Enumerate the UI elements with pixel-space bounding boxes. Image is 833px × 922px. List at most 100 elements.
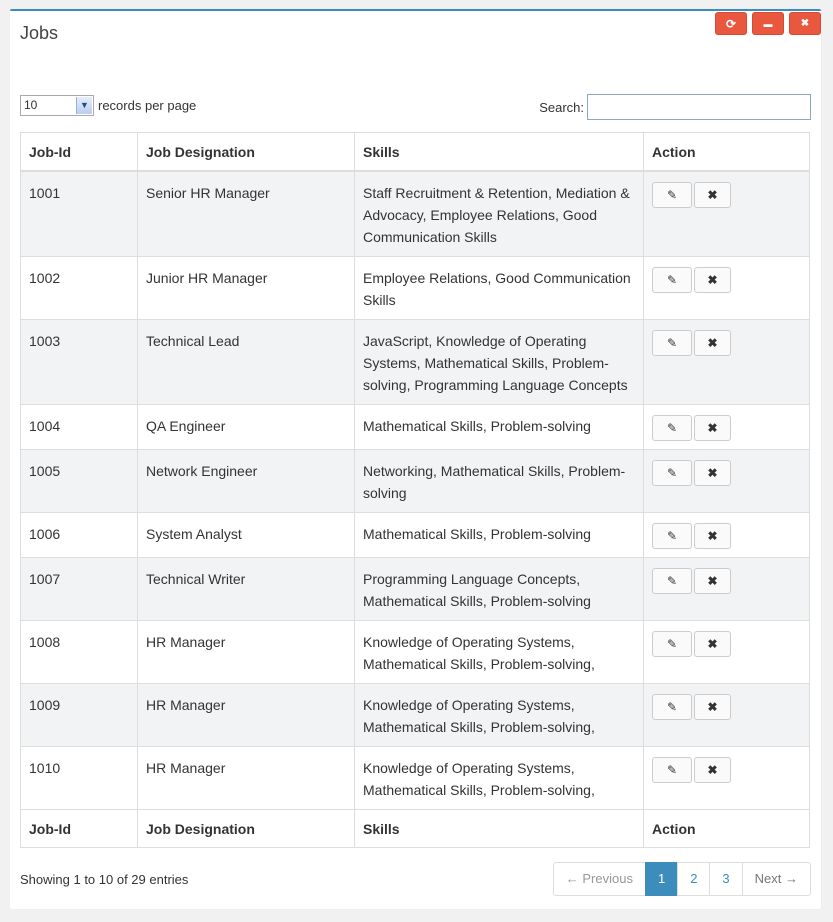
job-designation-cell: System Analyst (137, 512, 355, 558)
refresh-button[interactable]: ⟳ (715, 12, 747, 35)
page-1-button[interactable]: 1 (644, 862, 679, 896)
delete-icon: ✖ (707, 700, 718, 714)
edit-button[interactable]: ✎ (652, 415, 692, 441)
action-cell: ✎ ✖ (643, 404, 810, 450)
edit-button[interactable]: ✎ (652, 460, 692, 486)
table-row: 1010 HR Manager Knowledge of Operating Sys… (20, 746, 810, 810)
job-designation-cell: HR Manager (137, 620, 355, 684)
skills-cell: Knowledge of Operating Systems, Mathemat… (354, 620, 644, 684)
next-button[interactable]: Next → (741, 862, 811, 896)
edit-button[interactable]: ✎ (652, 523, 692, 549)
previous-button[interactable]: ← Previous (552, 862, 646, 896)
action-cell: ✎ ✖ (643, 319, 810, 405)
delete-icon: ✖ (707, 466, 718, 480)
job-id-cell: 1002 (20, 256, 138, 320)
table-row: 1001 Senior HR Manager Staff Recruitment &… (20, 170, 810, 257)
footer-job-designation: Job Designation (137, 809, 355, 848)
job-designation-cell: HR Manager (137, 683, 355, 747)
edit-icon: ✎ (666, 188, 678, 202)
delete-button[interactable]: ✖ (694, 694, 731, 720)
skills-cell: Employee Relations, Good Communication S… (354, 256, 644, 320)
search-input[interactable] (587, 94, 811, 120)
edit-button[interactable]: ✎ (652, 330, 692, 356)
search-control: Search: (539, 94, 811, 120)
refresh-icon: ⟳ (725, 16, 737, 31)
job-designation-cell: HR Manager (137, 746, 355, 810)
page-3-button[interactable]: 3 (709, 862, 743, 896)
table-row: 1008 HR Manager Knowledge of Operating Sys… (20, 620, 810, 684)
table-info: Showing 1 to 10 of 29 entries (20, 872, 189, 887)
delete-button[interactable]: ✖ (694, 460, 731, 486)
job-designation-cell: Technical Lead (137, 319, 355, 405)
delete-button[interactable]: ✖ (694, 330, 731, 356)
edit-button[interactable]: ✎ (652, 694, 692, 720)
header-job-designation[interactable]: Job Designation (137, 132, 355, 172)
close-icon: ✖ (800, 18, 810, 29)
job-designation-cell: QA Engineer (137, 404, 355, 450)
action-cell: ✎ ✖ (643, 620, 810, 684)
skills-cell: Networking, Mathematical Skills, Problem… (354, 449, 644, 513)
delete-icon: ✖ (707, 273, 718, 287)
job-id-cell: 1006 (20, 512, 138, 558)
job-id-cell: 1005 (20, 449, 138, 513)
job-designation-cell: Junior HR Manager (137, 256, 355, 320)
table-footer-row: Job-Id Job Designation Skills Action (20, 809, 810, 848)
table-row: 1009 HR Manager Knowledge of Operating Sys… (20, 683, 810, 747)
job-id-cell: 1008 (20, 620, 138, 684)
edit-icon: ✎ (666, 336, 678, 350)
table-row: 1005 Network Engineer Networking, Mathemat… (20, 449, 810, 513)
edit-button[interactable]: ✎ (652, 267, 692, 293)
edit-icon: ✎ (666, 763, 678, 777)
job-id-cell: 1007 (20, 557, 138, 621)
edit-button[interactable]: ✎ (652, 182, 692, 208)
job-id-cell: 1010 (20, 746, 138, 810)
delete-button[interactable]: ✖ (694, 182, 731, 208)
table-body: 1001 Senior HR Manager Staff Recruitment &… (20, 170, 810, 810)
delete-icon: ✖ (707, 529, 718, 543)
action-cell: ✎ ✖ (643, 557, 810, 621)
footer-skills: Skills (354, 809, 644, 848)
records-per-page-label: records per page (98, 98, 197, 113)
skills-cell: Mathematical Skills, Problem-solving (354, 512, 644, 558)
table-row: 1004 QA Engineer Mathematical Skills, Prob… (20, 404, 810, 450)
page-2-button[interactable]: 2 (677, 862, 711, 896)
job-designation-cell: Senior HR Manager (137, 170, 355, 257)
delete-icon: ✖ (707, 574, 718, 588)
delete-button[interactable]: ✖ (694, 568, 731, 594)
delete-button[interactable]: ✖ (694, 415, 731, 441)
skills-cell: JavaScript, Knowledge of Operating Syste… (354, 319, 644, 405)
minimize-icon: ▬ (763, 18, 773, 29)
skills-cell: Knowledge of Operating Systems, Mathemat… (354, 746, 644, 810)
table-row: 1002 Junior HR Manager Employee Relations,… (20, 256, 810, 320)
delete-button[interactable]: ✖ (694, 523, 731, 549)
edit-icon: ✎ (666, 574, 678, 588)
edit-button[interactable]: ✎ (652, 568, 692, 594)
table-row: 1003 Technical Lead JavaScript, Knowledge … (20, 319, 810, 405)
header-action[interactable]: Action (643, 132, 810, 172)
skills-cell: Knowledge of Operating Systems, Mathemat… (354, 683, 644, 747)
panel-title: Jobs (20, 23, 59, 43)
header-skills[interactable]: Skills (354, 132, 644, 172)
delete-icon: ✖ (707, 421, 718, 435)
job-id-cell: 1003 (20, 319, 138, 405)
minimize-button[interactable]: ▬ (752, 12, 784, 35)
job-designation-cell: Technical Writer (137, 557, 355, 621)
edit-button[interactable]: ✎ (652, 757, 692, 783)
records-per-page-value: 10 (24, 98, 38, 112)
header-job-id[interactable]: Job-Id (20, 132, 138, 172)
action-cell: ✎ ✖ (643, 449, 810, 513)
records-per-page-select[interactable]: 10 ▼ (20, 95, 94, 116)
delete-icon: ✖ (707, 188, 718, 202)
footer-job-id: Job-Id (20, 809, 138, 848)
skills-cell: Programming Language Concepts, Mathemati… (354, 557, 644, 621)
edit-icon: ✎ (666, 529, 678, 543)
job-id-cell: 1009 (20, 683, 138, 747)
jobs-panel: Jobs ⟳ ▬ ✖ 10 ▼ records per page Search:… (10, 9, 821, 909)
close-button[interactable]: ✖ (789, 12, 821, 35)
job-id-cell: 1001 (20, 170, 138, 257)
delete-button[interactable]: ✖ (694, 757, 731, 783)
delete-button[interactable]: ✖ (694, 267, 731, 293)
skills-cell: Mathematical Skills, Problem-solving (354, 404, 644, 450)
delete-button[interactable]: ✖ (694, 631, 731, 657)
edit-button[interactable]: ✎ (652, 631, 692, 657)
